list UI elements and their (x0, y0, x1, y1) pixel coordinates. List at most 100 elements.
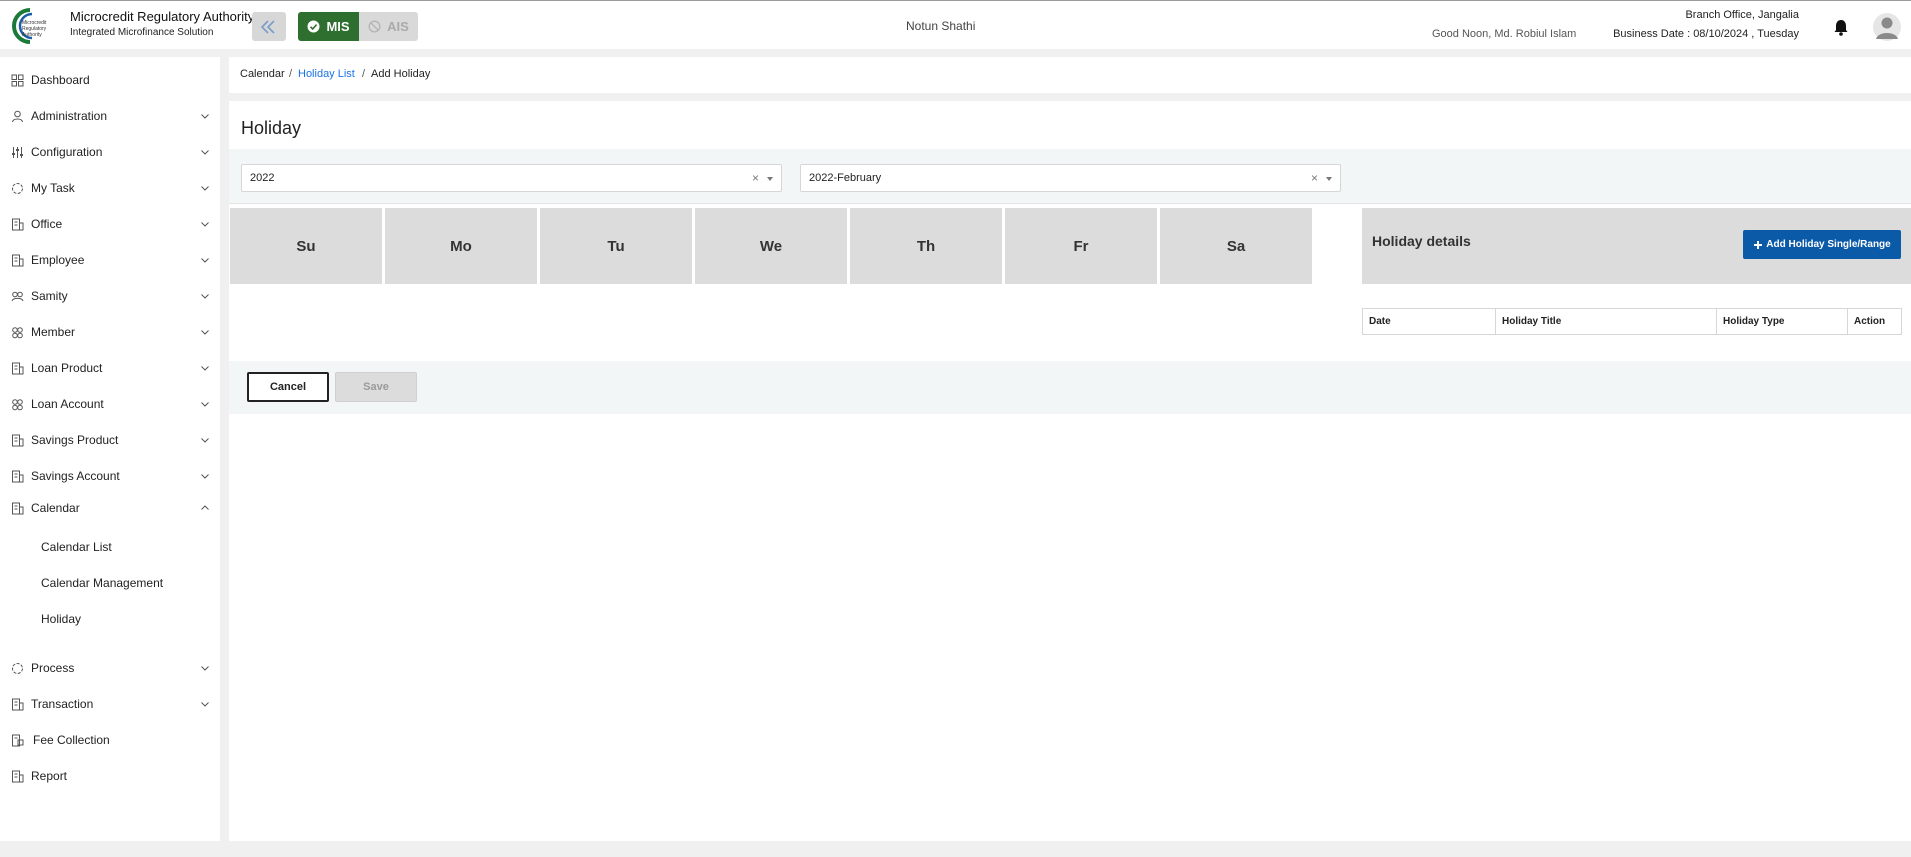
sidebar-item-configuration[interactable]: Configuration (0, 138, 220, 166)
sidebar-item-fee-collection[interactable]: Fee Collection (0, 726, 220, 754)
weekday-header: Mo (385, 208, 537, 284)
weekday-header: We (695, 208, 847, 284)
sidebar-item-label: Report (31, 769, 68, 783)
sidebar-item-label: Calendar (31, 501, 80, 515)
breadcrumb: Calendar / Holiday List / Add Holiday (229, 57, 1911, 93)
sidebar-item-label: Administration (31, 109, 108, 123)
sidebar-subitem-calendar-list[interactable]: Calendar List (41, 540, 112, 554)
sidebar-item-label: Dashboard (31, 73, 90, 87)
sidebar-item-employee[interactable]: Employee (0, 246, 220, 274)
sidebar-item-label: Employee (31, 253, 85, 267)
document-icon (12, 362, 24, 374)
sidebar-item-samity[interactable]: Samity (0, 282, 220, 310)
sidebar-item-office[interactable]: Office (0, 210, 220, 238)
sidebar-item-label: Process (31, 661, 75, 675)
sidebar-item-process[interactable]: Process (0, 654, 220, 682)
month-select-value: 2022-February (809, 172, 882, 184)
chevron-down-icon (201, 150, 209, 155)
document-icon (12, 502, 24, 514)
sidebar-item-dashboard[interactable]: Dashboard (0, 66, 220, 94)
sidebar: Dashboard Administration Configuration M… (0, 57, 220, 841)
sidebar-subitem-holiday[interactable]: Holiday (41, 612, 81, 626)
breadcrumb-calendar: Calendar (240, 68, 285, 80)
chevron-down-icon (201, 186, 209, 191)
document-icon (12, 698, 24, 710)
fee-icon (12, 734, 24, 746)
dropdown-arrow-icon (1326, 177, 1332, 181)
user-avatar-icon[interactable] (1873, 13, 1901, 41)
samity-name: Notun Shathi (906, 19, 976, 33)
weekday-header: Fr (1005, 208, 1157, 284)
page-title: Holiday (241, 118, 302, 138)
sidebar-subitem-calendar-management[interactable]: Calendar Management (41, 576, 163, 590)
sidebar-item-savings-account[interactable]: Savings Account (0, 462, 220, 490)
business-date: Business Date : 08/10/2024 , Tuesday (1613, 28, 1799, 40)
sidebar-item-loan-account[interactable]: Loan Account (0, 390, 220, 418)
weekday-header: Sa (1160, 208, 1312, 284)
chevron-down-icon (201, 438, 209, 443)
mra-logo: Microcredit Regulatory Authority (12, 8, 47, 44)
clear-icon[interactable]: × (1311, 171, 1318, 185)
holiday-details-title: Holiday details (1372, 233, 1471, 249)
cancel-button[interactable]: Cancel (247, 372, 329, 402)
chevron-down-icon (201, 258, 209, 263)
chevron-down-icon (201, 114, 209, 119)
sidebar-item-calendar[interactable]: Calendar (0, 494, 220, 522)
sidebar-item-savings-product[interactable]: Savings Product (0, 426, 220, 454)
plus-icon (1754, 240, 1763, 249)
admin-icon (12, 110, 23, 122)
add-holiday-button[interactable]: Add Holiday Single/Range (1743, 230, 1901, 259)
mode-toggle: MIS AIS (298, 12, 418, 41)
save-button: Save (335, 372, 417, 402)
sidebar-item-label: Office (31, 217, 63, 231)
sidebar-item-label: Transaction (31, 697, 94, 711)
document-icon (12, 434, 24, 446)
month-select[interactable]: 2022-February × (800, 164, 1341, 192)
chevron-down-icon (201, 666, 209, 671)
holiday-card: Holiday 2022 × 2022-February × Su Mo Tu … (229, 101, 1911, 841)
members-icon (12, 326, 23, 338)
group-icon (11, 291, 24, 301)
add-holiday-label: Add Holiday Single/Range (1766, 239, 1891, 250)
sidebar-item-loan-product[interactable]: Loan Product (0, 354, 220, 382)
breadcrumb-separator: / (362, 68, 366, 80)
sidebar-item-label: Loan Account (31, 397, 104, 411)
ais-mode-button[interactable]: AIS (359, 12, 418, 41)
column-header-holiday-type: Holiday Type (1717, 309, 1848, 334)
sliders-icon (12, 146, 23, 158)
sidebar-item-member[interactable]: Member (0, 318, 220, 346)
bell-icon[interactable] (1833, 18, 1849, 36)
process-icon (12, 662, 23, 674)
svg-text:Authority: Authority (22, 32, 42, 38)
disabled-circle-icon (368, 20, 381, 33)
weekday-header: Su (230, 208, 382, 284)
sidebar-item-report[interactable]: Report (0, 762, 220, 790)
sidebar-item-label: Samity (31, 289, 68, 303)
account-icon (12, 398, 23, 410)
sidebar-item-label: My Task (31, 181, 75, 195)
mis-mode-button[interactable]: MIS (298, 12, 359, 41)
sidebar-item-administration[interactable]: Administration (0, 102, 220, 130)
sidebar-item-label: Loan Product (31, 361, 103, 375)
breadcrumb-current: Add Holiday (371, 68, 431, 80)
collapse-sidebar-button[interactable] (252, 12, 286, 41)
clear-icon[interactable]: × (752, 171, 759, 185)
org-subtitle: Integrated Microfinance Solution (70, 27, 214, 38)
ais-label: AIS (387, 19, 409, 34)
chevron-down-icon (201, 702, 209, 707)
year-select[interactable]: 2022 × (241, 164, 782, 192)
org-title: Microcredit Regulatory Authority (70, 9, 255, 24)
form-actions-band (229, 361, 1911, 414)
grid-icon (11, 74, 24, 86)
sidebar-item-my-task[interactable]: My Task (0, 174, 220, 202)
employee-icon (12, 254, 24, 266)
sidebar-item-transaction[interactable]: Transaction (0, 690, 220, 718)
column-header-holiday-title: Holiday Title (1496, 309, 1717, 334)
sidebar-item-label: Savings Account (31, 469, 120, 483)
chevron-down-icon (201, 330, 209, 335)
check-circle-icon (307, 20, 320, 33)
sidebar-item-label: Member (31, 325, 76, 339)
sidebar-item-label: Savings Product (31, 433, 119, 447)
branch-office: Branch Office, Jangalia (1685, 9, 1799, 21)
breadcrumb-holiday-list-link[interactable]: Holiday List (298, 68, 355, 80)
